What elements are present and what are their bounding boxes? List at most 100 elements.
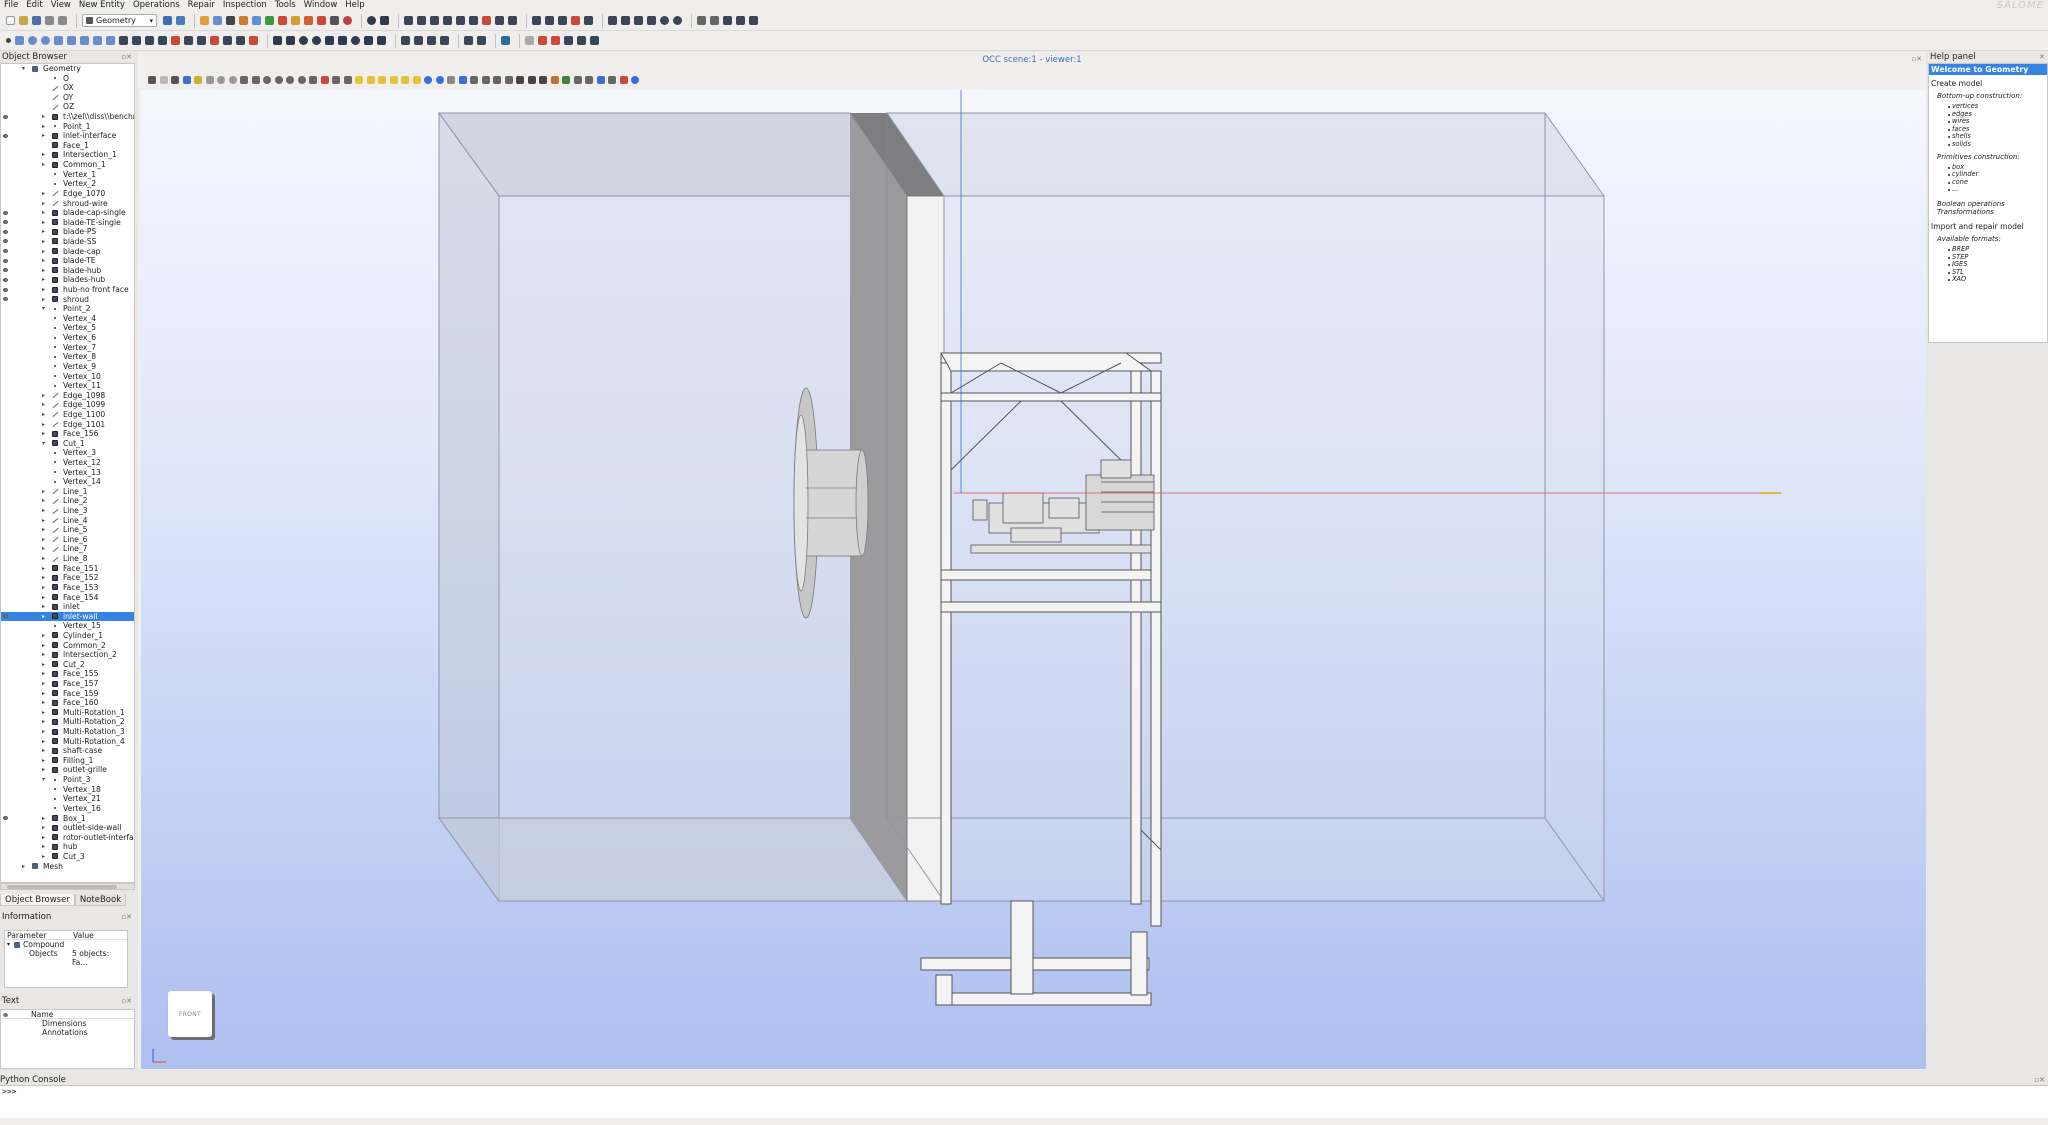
tree-item[interactable]: Vertex_5 [1,323,134,333]
tree-item[interactable]: ▸ Face_151 [1,564,134,574]
toolbar-icon[interactable] [527,76,536,84]
tree-item[interactable]: ▸ Line_1 [1,487,134,497]
toolbar-icon[interactable] [240,76,248,84]
toolbar-icon[interactable] [236,36,245,45]
toolbar-icon[interactable] [163,16,172,25]
tree-item[interactable]: Vertex_21 [1,794,134,804]
toolbar-icon[interactable] [504,76,513,84]
toolbar-icon[interactable] [508,16,517,25]
toolbar-icon[interactable] [252,16,261,25]
zoom-icon[interactable] [297,76,306,84]
toolbar-icon[interactable] [596,76,605,84]
expand-toggle-icon[interactable]: ▾ [7,940,10,949]
chevron-right-icon[interactable]: ▸ [42,535,45,545]
chevron-right-icon[interactable]: ▸ [42,266,45,276]
tree-item[interactable]: ▸ Edge_1101 [1,420,134,430]
toolbar-icon[interactable] [456,16,465,25]
tree-item[interactable]: Vertex_6 [1,333,134,343]
eye-icon[interactable] [3,816,8,821]
dock-controls-icon[interactable]: ✕ [2039,52,2045,63]
toolbar-icon[interactable] [145,36,154,45]
tree-item[interactable]: ▸ Line_6 [1,535,134,545]
toolbar-icon[interactable] [532,16,541,25]
menu-edit[interactable]: Edit [26,0,42,11]
toolbar-icon[interactable] [621,16,630,25]
toolbar-icon[interactable] [223,36,232,45]
toolbar-icon[interactable] [278,16,287,25]
tree-item[interactable]: ▸ blade-PS [1,227,134,237]
toolbar-icon[interactable] [304,16,313,25]
chevron-right-icon[interactable]: ▸ [42,612,45,622]
toolbar-icon[interactable] [470,76,478,84]
scrollbar-thumb[interactable] [7,885,117,889]
viewer-window-controls-icon[interactable]: ▫✕ [1911,55,1922,63]
tree-item[interactable]: Vertex_9 [1,362,134,372]
toolbar-icon[interactable] [634,16,643,25]
tree-item[interactable]: ▸ Face_155 [1,669,134,679]
toolbar-icon[interactable] [171,36,180,45]
tree-item[interactable]: Vertex_7 [1,343,134,353]
toolbar-icon[interactable] [380,16,389,25]
toolbar-icon[interactable] [736,16,745,25]
eye-icon[interactable] [3,229,8,234]
toolbar-icon[interactable] [430,16,439,25]
column-header-value[interactable]: Value [71,931,94,940]
tree-item[interactable]: ▸ Box_1 [1,814,134,824]
tree-item[interactable]: Vertex_15 [1,621,134,631]
toolbar-icon[interactable] [239,16,248,25]
box-icon[interactable] [273,36,282,45]
chevron-right-icon[interactable]: ▸ [42,247,45,257]
toolbar-icon[interactable] [481,76,490,84]
tree-item[interactable]: ▸ hub-no front face [1,285,134,295]
toolbar-icon[interactable] [427,36,436,45]
toolbar-icon[interactable] [417,16,426,25]
chevron-right-icon[interactable]: ▸ [42,112,45,122]
toolbar-icon[interactable] [210,36,219,45]
new-document-icon[interactable] [6,16,15,25]
chevron-right-icon[interactable]: ▸ [42,679,45,689]
pan-icon[interactable] [309,76,317,84]
rotate-ccw-icon[interactable] [424,76,432,84]
chevron-right-icon[interactable]: ▸ [42,717,45,727]
tree-item[interactable]: ▸ Edge_1070 [1,189,134,199]
toolbar-icon[interactable] [291,16,300,25]
toolbar-icon[interactable] [228,76,237,84]
menu-view[interactable]: View [51,0,71,11]
tree-item[interactable]: ▸ Face_153 [1,583,134,593]
toolbar-icon[interactable] [158,36,167,45]
tree-item[interactable]: ▸ Face_157 [1,679,134,689]
chevron-right-icon[interactable]: ▸ [42,852,45,862]
toolbar-icon[interactable] [205,76,214,84]
tree-item[interactable]: ▸ Edge_1100 [1,410,134,420]
toolbar-icon[interactable] [184,36,193,45]
tree-item[interactable]: ▸ blade-cap-single [1,208,134,218]
tree-item[interactable]: ▸ Cut_3 [1,852,134,862]
column-header-parameter[interactable]: Parameter [5,931,71,940]
column-header-name[interactable]: Name [31,1010,53,1019]
cone-icon[interactable] [325,36,334,45]
dump-view-icon[interactable] [148,76,156,84]
tree-item[interactable]: ▸ shroud-wire [1,199,134,209]
toolbar-icon[interactable] [550,76,559,84]
toolbar-icon[interactable] [330,16,339,25]
dock-controls-icon[interactable]: ▫✕ [121,996,132,1007]
tree-item[interactable]: Vertex_11 [1,381,134,391]
chevron-right-icon[interactable]: ▸ [42,285,45,295]
tree-item[interactable]: ▾ Point_2 [1,304,134,314]
menu-operations[interactable]: Operations [133,0,180,11]
chevron-right-icon[interactable]: ▸ [42,131,45,141]
selection-mode-icon[interactable] [159,76,168,84]
tree-item[interactable]: OZ [1,102,134,112]
tree-item[interactable]: ▸ Intersection_1 [1,150,134,160]
tab-object-browser[interactable]: Object Browser [0,894,75,906]
toolbar-icon[interactable] [132,36,141,45]
eye-icon[interactable] [3,287,8,292]
chevron-right-icon[interactable]: ▸ [42,516,45,526]
toolbar-icon[interactable] [401,36,410,45]
chevron-right-icon[interactable]: ▸ [42,160,45,170]
toolbar-icon[interactable] [477,36,486,45]
toolbar-icon[interactable] [697,16,706,25]
chevron-right-icon[interactable]: ▸ [42,708,45,718]
plane-icon[interactable] [93,36,102,45]
tree-item[interactable]: Face_1 [1,141,134,151]
